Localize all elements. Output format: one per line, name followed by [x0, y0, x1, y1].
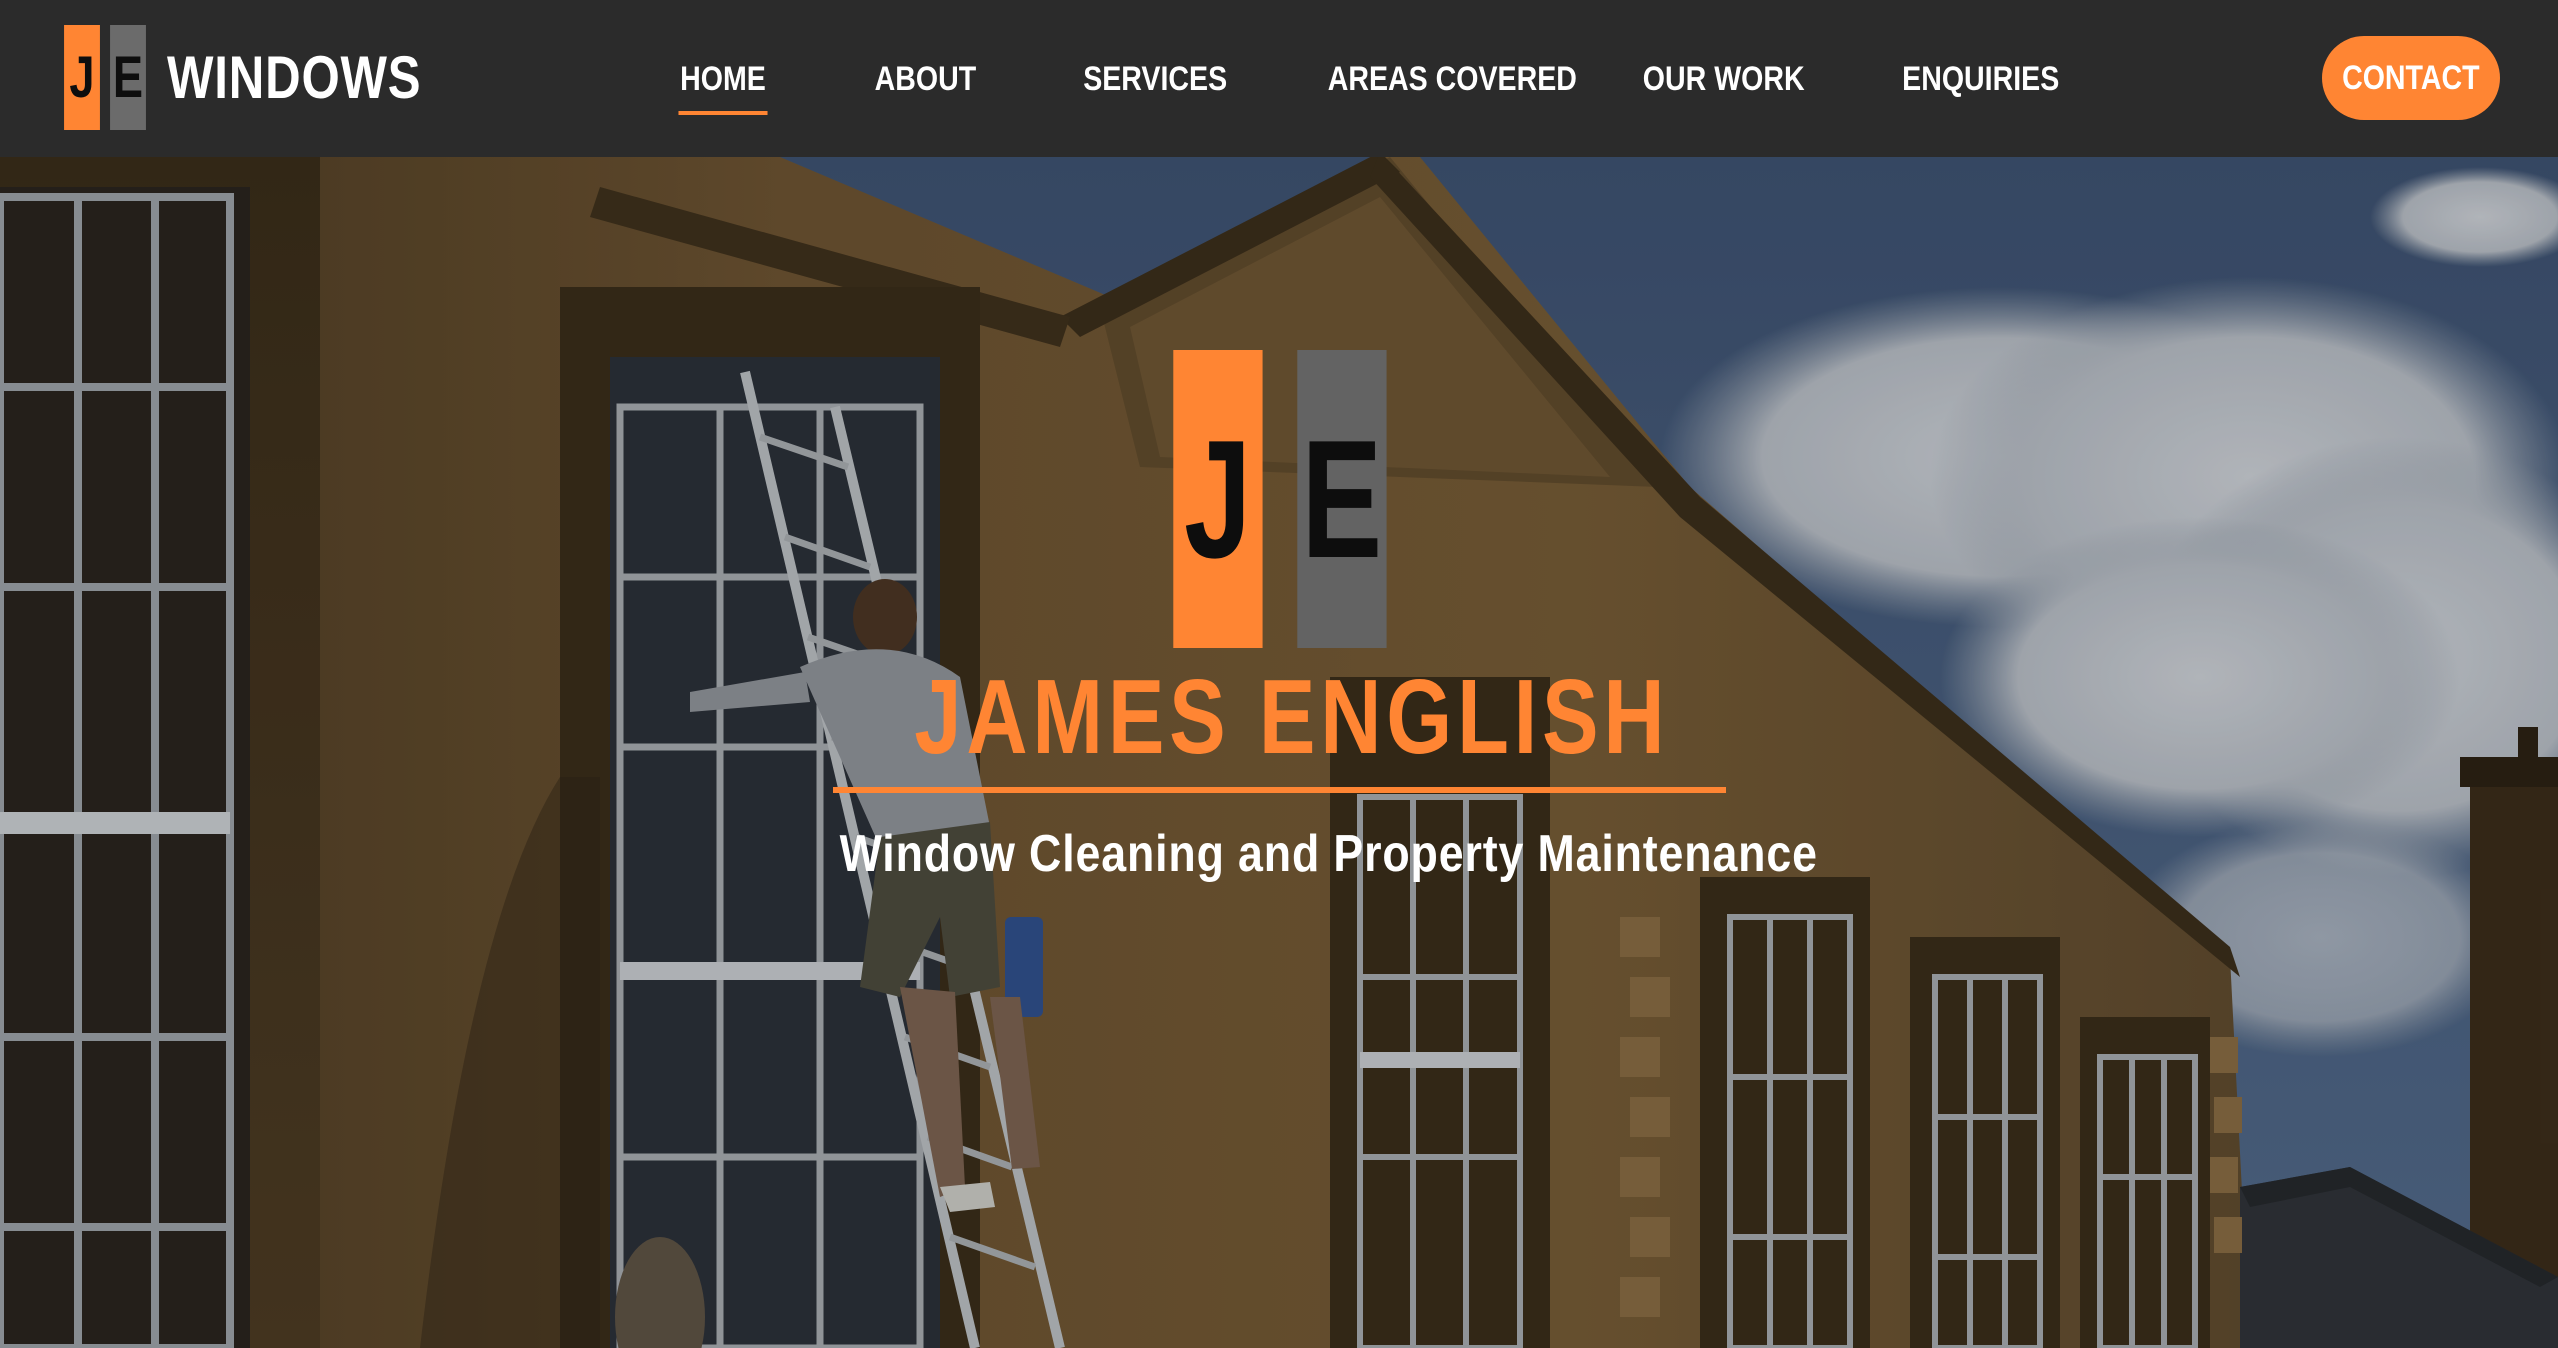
hero-subtitle-text: Window Cleaning and Property Maintenance [839, 825, 1818, 883]
top-navbar: J E WINDOWS HOME ABOUT SERVICES AREAS CO… [0, 0, 2558, 157]
hero-title-text: JAMES ENGLISH [914, 658, 1670, 776]
hero-title: JAMES ENGLISH [820, 657, 1738, 777]
hero-section: J E JAMES ENGLISH Window Cleaning and Pr… [0, 157, 2558, 1348]
nav-item-areas-covered[interactable]: AREAS COVERED [1328, 52, 1577, 106]
nav-item-services[interactable]: SERVICES [1083, 52, 1227, 106]
main-nav: HOME ABOUT SERVICES AREAS COVERED OUR WO… [0, 0, 2558, 157]
hero-divider [833, 787, 1726, 793]
nav-item-home[interactable]: HOME [678, 52, 768, 115]
hero-logo-letter-e: E [1296, 350, 1386, 648]
nav-item-about[interactable]: ABOUT [875, 52, 977, 106]
hero-subtitle: Window Cleaning and Property Maintenance [760, 819, 1817, 889]
nav-item-our-work[interactable]: OUR WORK [1643, 52, 1805, 106]
contact-button-label: CONTACT [2342, 59, 2480, 97]
hero-logo-letter-j: J [1173, 350, 1263, 648]
contact-button[interactable]: CONTACT [2322, 36, 2500, 120]
nav-item-enquiries[interactable]: ENQUIRIES [1902, 52, 2059, 106]
hero-logo-mark: J E [1156, 350, 1403, 648]
page: J E WINDOWS HOME ABOUT SERVICES AREAS CO… [0, 0, 2558, 1348]
